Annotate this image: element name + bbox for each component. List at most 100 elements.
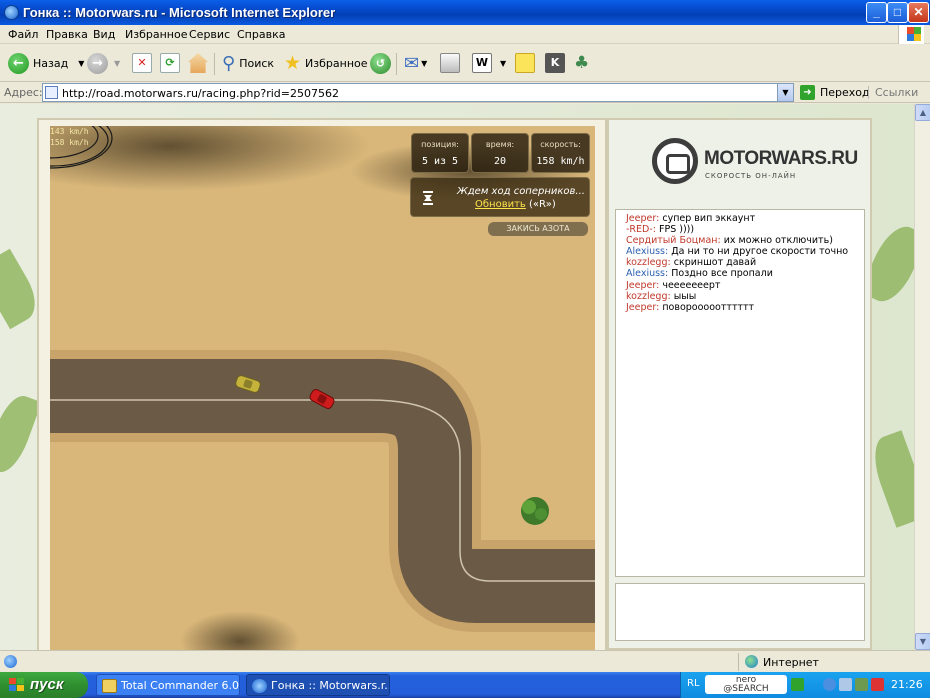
back-dropdown-icon[interactable]: ▼ <box>78 59 84 68</box>
clock: 21:26 <box>891 678 923 691</box>
decorative-leaf <box>865 430 914 528</box>
refresh-icon: ⟳ <box>160 53 180 73</box>
taskbar-item-total-commander[interactable]: Total Commander 6.0... <box>96 674 240 696</box>
history-button[interactable]: ↺ <box>370 51 391 75</box>
chat-text: супер вип эккаунт <box>662 213 756 224</box>
go-arrow-icon[interactable]: ➜ <box>800 85 815 100</box>
ie-icon <box>4 5 19 20</box>
search-icon: ⚲ <box>222 52 236 74</box>
taskbar-item-label: Total Commander 6.0... <box>121 679 240 692</box>
chat-text: Да ни то ни другое скорости точно <box>671 246 849 258</box>
note-icon <box>515 53 535 73</box>
menu-favorites[interactable]: Избранное <box>125 28 187 41</box>
chat-username[interactable]: Jeeper: <box>626 213 659 224</box>
menu-help[interactable]: Справка <box>237 28 285 41</box>
tray-k-icon[interactable] <box>871 678 884 691</box>
window-title: Гонка :: Motorwars.ru - Microsoft Intern… <box>23 5 336 20</box>
hourglass-icon <box>423 191 433 205</box>
forward-arrow-icon: → <box>87 52 108 74</box>
back-button[interactable]: ← Назад ▼ <box>8 51 84 75</box>
chat-message: Сердитый Боцман: их можно отключить) <box>626 235 864 246</box>
chat-username[interactable]: Alexiuss: <box>626 268 668 279</box>
language-indicator[interactable]: RL <box>687 678 700 689</box>
stop-button[interactable]: ✕ <box>132 51 152 75</box>
mail-dropdown-icon[interactable]: ▼ <box>421 59 427 68</box>
back-label: Назад <box>33 56 69 70</box>
scroll-up-button[interactable]: ▲ <box>915 104 930 121</box>
back-arrow-icon: ← <box>8 52 29 74</box>
chat-text: Поздно все пропали <box>671 268 773 280</box>
refresh-key-hint: («R») <box>529 199 556 210</box>
waiting-panel: Ждем ход соперников... Обновить («R») <box>410 177 590 217</box>
address-label: Адрес: <box>4 86 43 99</box>
chat-message: Alexiuss: Поздно все пропали <box>626 268 864 279</box>
chat-text: FPS )))) <box>659 224 695 236</box>
menu-tools[interactable]: Сервис <box>189 28 230 41</box>
edit-dropdown-icon[interactable]: ▼ <box>500 59 506 68</box>
minimize-button[interactable]: _ <box>866 2 887 23</box>
chat-input[interactable] <box>615 583 865 641</box>
chat-username[interactable]: kozzlegg: <box>626 291 671 302</box>
site-logo-text[interactable]: MOTORWARS.RU <box>704 148 858 170</box>
speed-overlay-2: 158 km/h <box>50 138 89 147</box>
chat-username[interactable]: Сердитый Боцман: <box>626 235 721 246</box>
notes-button[interactable] <box>515 51 535 75</box>
chat-log[interactable]: Jeeper: супер вип эккаунт -RED-: FPS ))))… <box>615 209 865 577</box>
messenger-k-button[interactable]: K <box>545 51 565 75</box>
refresh-button[interactable]: ⟳ <box>160 51 180 75</box>
chat-username[interactable]: Jeeper: <box>626 302 659 313</box>
chat-username[interactable]: Alexiuss: <box>626 246 668 257</box>
links-button[interactable]: Ссылки <box>868 86 918 99</box>
forward-dropdown-icon: ▼ <box>114 58 121 68</box>
favorites-button[interactable]: ★ Избранное <box>284 51 368 75</box>
star-icon: ★ <box>284 52 302 74</box>
taskbar-item-ie[interactable]: Гонка :: Motorwars.r... <box>246 674 390 696</box>
tray-back-icon[interactable] <box>823 678 836 691</box>
messenger-button[interactable]: ♣ <box>574 51 589 75</box>
ie-icon <box>252 679 267 693</box>
chat-message: Jeeper: чееееееерт <box>626 280 864 291</box>
hud-time-label: время: <box>485 140 515 149</box>
menu-edit[interactable]: Правка <box>46 28 88 41</box>
hud-speed: скорость: 158 km/h <box>531 133 590 173</box>
menu-view[interactable]: Вид <box>93 28 115 41</box>
refresh-link[interactable]: Обновить <box>475 199 526 210</box>
page-icon <box>45 86 58 99</box>
forward-button[interactable]: → ▼ <box>87 51 120 75</box>
search-button[interactable]: ⚲ Поиск <box>222 51 274 75</box>
edit-button[interactable]: W ▼ <box>472 51 506 75</box>
tray-app-icon[interactable] <box>855 678 868 691</box>
close-button[interactable]: ✕ <box>908 2 929 23</box>
word-icon: W <box>472 53 492 73</box>
go-button[interactable]: Переход <box>820 86 870 99</box>
home-button[interactable] <box>188 51 208 75</box>
address-dropdown-icon[interactable]: ▼ <box>777 84 793 101</box>
nitro-button[interactable]: ЗАКИСЬ АЗОТА <box>488 222 588 236</box>
nero-search-box[interactable]: nero @SEARCH <box>705 675 787 694</box>
chat-username[interactable]: Jeeper: <box>626 280 659 291</box>
motorwars-logo-icon <box>652 138 698 184</box>
chat-message: Jeeper: супер вип эккаунт <box>626 213 864 224</box>
vertical-scrollbar[interactable]: ▲ ▼ <box>914 104 930 650</box>
address-input[interactable]: http://road.motorwars.ru/racing.php?rid=… <box>42 83 794 102</box>
hud-time-value: 20 <box>493 156 507 167</box>
page-status-icon <box>4 655 17 668</box>
messenger-people-icon: ♣ <box>574 53 590 73</box>
tray-go-icon[interactable] <box>791 678 804 691</box>
scroll-down-button[interactable]: ▼ <box>915 633 930 650</box>
tray-network-icon[interactable] <box>839 678 852 691</box>
windows-logo-icon <box>898 25 924 44</box>
address-url: http://road.motorwars.ru/racing.php?rid=… <box>62 87 339 100</box>
chat-username[interactable]: kozzlegg: <box>626 257 671 268</box>
hud-position: позиция: 5 из 5 <box>411 133 469 173</box>
print-icon <box>440 53 460 73</box>
print-button[interactable] <box>440 51 460 75</box>
maximize-button[interactable]: □ <box>887 2 908 23</box>
menu-file[interactable]: Файл <box>8 28 38 41</box>
window-titlebar[interactable]: Гонка :: Motorwars.ru - Microsoft Intern… <box>0 0 930 25</box>
nero-search-label: @SEARCH <box>723 684 769 694</box>
start-button[interactable]: пуск <box>0 672 88 698</box>
system-tray: RL nero @SEARCH 21:26 <box>680 672 930 698</box>
chat-username[interactable]: -RED-: <box>626 224 656 235</box>
mail-button[interactable]: ✉ ▼ <box>404 51 427 75</box>
